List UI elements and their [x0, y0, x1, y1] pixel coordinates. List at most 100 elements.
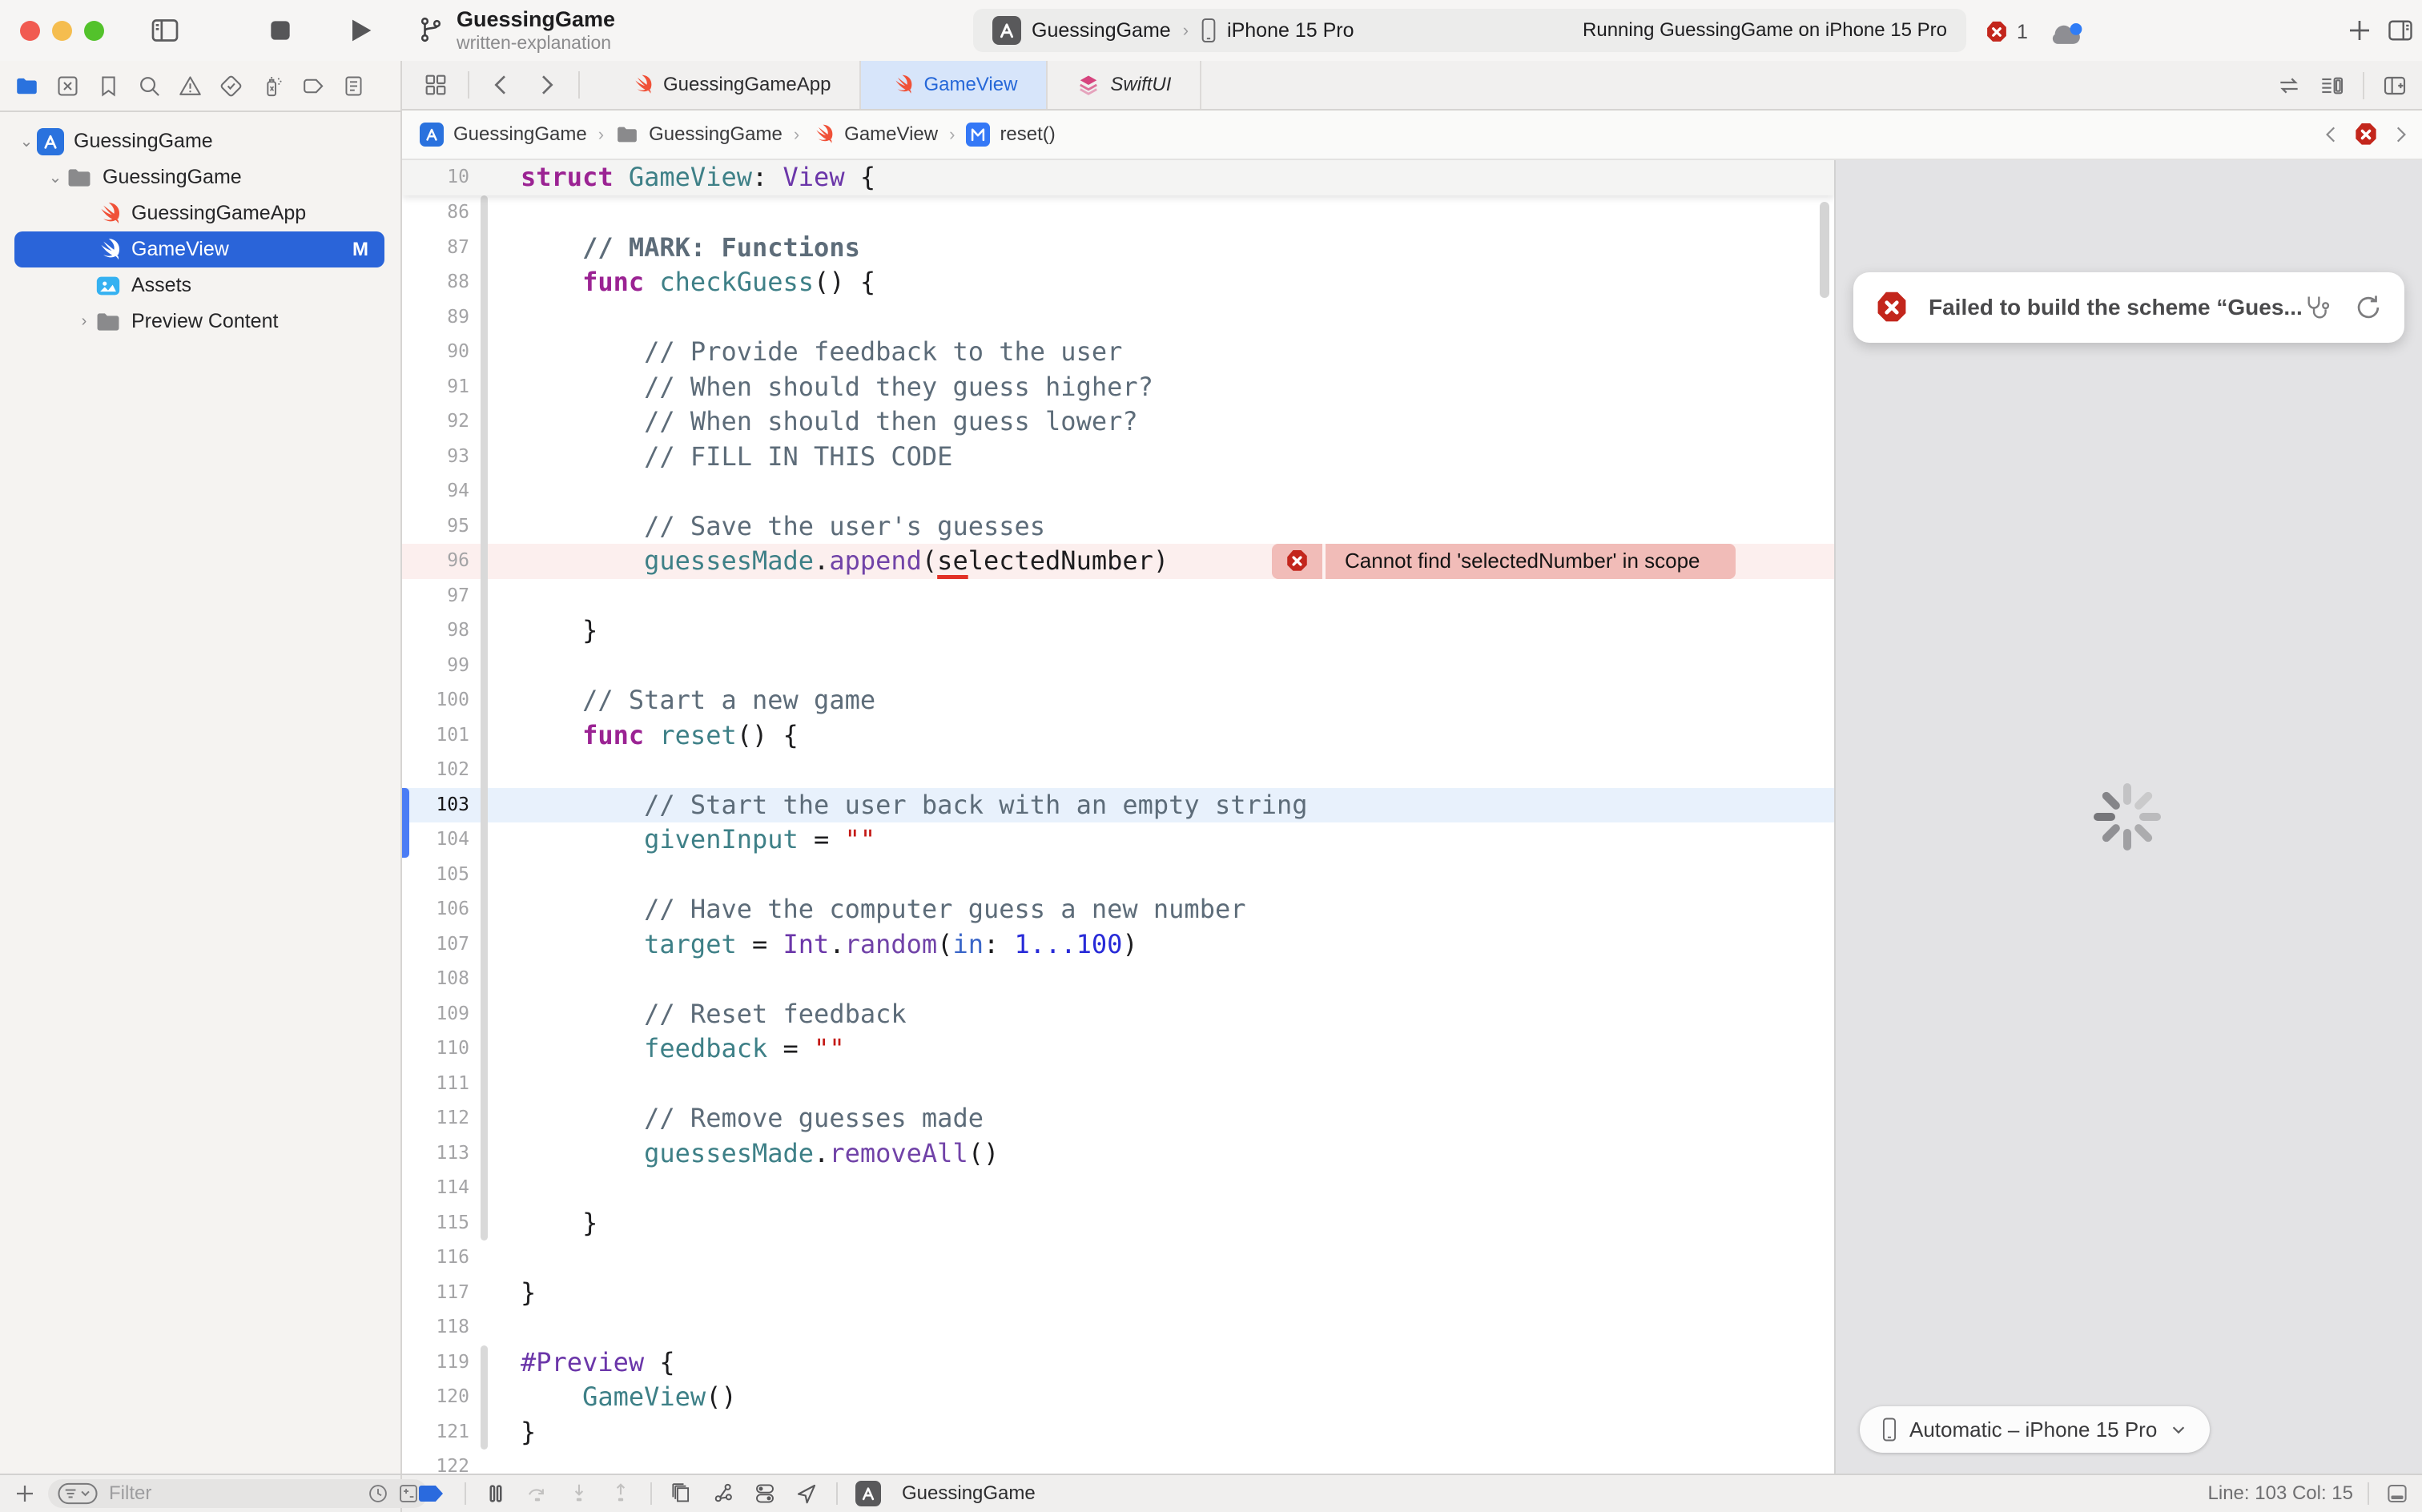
line-number[interactable]: 95	[402, 509, 469, 545]
line-number[interactable]: 111	[402, 1067, 469, 1102]
line-number[interactable]: 114	[402, 1171, 469, 1206]
line-number[interactable]: 101	[402, 718, 469, 754]
code-text[interactable]: target = Int.random(in: 1...100)	[521, 927, 1138, 963]
sidebar-item-preview-content[interactable]: ›Preview Content	[0, 304, 400, 340]
sticky-declaration-row[interactable]: 10 struct GameView: View {	[402, 160, 1834, 195]
line-number[interactable]: 97	[402, 579, 469, 614]
run-button[interactable]	[344, 14, 376, 46]
code-text[interactable]: // Reset feedback	[521, 997, 907, 1032]
code-text[interactable]: feedback = ""	[521, 1031, 845, 1067]
retry-build-icon[interactable]	[2353, 292, 2384, 323]
code-line-94[interactable]: 94	[402, 474, 1834, 509]
line-number[interactable]: 115	[402, 1206, 469, 1241]
go-forward-button[interactable]	[533, 72, 559, 98]
code-line-120[interactable]: 120 GameView()	[402, 1380, 1834, 1415]
code-line-91[interactable]: 91 // When should they guess higher?	[402, 370, 1834, 405]
code-line-115[interactable]: 115 }	[402, 1206, 1834, 1241]
pause-execution-icon[interactable]	[484, 1482, 508, 1506]
code-line-89[interactable]: 89	[402, 300, 1834, 336]
code-text[interactable]: givenInput = ""	[521, 822, 875, 858]
line-number[interactable]: 118	[402, 1310, 469, 1345]
code-text[interactable]: guessesMade.removeAll()	[521, 1136, 999, 1172]
code-line-92[interactable]: 92 // When should then guess lower?	[402, 404, 1834, 440]
code-text[interactable]: }	[521, 1206, 597, 1241]
code-text[interactable]: }	[521, 1415, 536, 1450]
next-issue-button[interactable]	[2390, 123, 2411, 147]
zoom-window-button[interactable]	[84, 21, 104, 41]
previous-issue-button[interactable]	[2321, 123, 2342, 147]
code-text[interactable]: GameView()	[521, 1380, 737, 1415]
code-line-86[interactable]: 86	[402, 195, 1834, 231]
filter-input[interactable]	[107, 1482, 359, 1506]
line-number[interactable]: 113	[402, 1136, 469, 1172]
line-number[interactable]: 120	[402, 1380, 469, 1415]
diagnostics-icon[interactable]	[2302, 292, 2332, 323]
code-text[interactable]: // Save the user's guesses	[521, 509, 1045, 545]
code-text[interactable]: func reset() {	[521, 718, 799, 754]
line-number[interactable]: 90	[402, 335, 469, 370]
debug-navigator-icon[interactable]	[260, 74, 284, 99]
tab-gameview[interactable]: GameView	[861, 61, 1048, 109]
code-line-95[interactable]: 95 // Save the user's guesses	[402, 509, 1834, 545]
line-number[interactable]: 92	[402, 404, 469, 440]
line-number[interactable]: 109	[402, 997, 469, 1032]
related-items-icon[interactable]	[423, 72, 449, 98]
running-app-icon[interactable]	[855, 1481, 881, 1506]
code-line-109[interactable]: 109 // Reset feedback	[402, 997, 1834, 1032]
code-line-102[interactable]: 102	[402, 753, 1834, 788]
swap-editor-icon[interactable]	[2276, 73, 2302, 99]
code-line-111[interactable]: 111	[402, 1067, 1834, 1102]
run-destination[interactable]: iPhone 15 Pro	[1227, 19, 1354, 42]
sidebar-item-guessinggameapp[interactable]: GuessingGameApp	[0, 195, 400, 231]
line-number[interactable]: 94	[402, 474, 469, 509]
breakpoints-toggle-icon[interactable]	[415, 1482, 447, 1506]
code-line-97[interactable]: 97	[402, 579, 1834, 614]
project-navigator-icon[interactable]	[14, 74, 39, 99]
line-number[interactable]: 86	[402, 195, 469, 231]
line-number[interactable]: 96	[402, 544, 469, 579]
line-number[interactable]: 107	[402, 927, 469, 963]
code-line-118[interactable]: 118	[402, 1310, 1834, 1345]
code-line-99[interactable]: 99	[402, 649, 1834, 684]
line-number[interactable]: 104	[402, 822, 469, 858]
toggle-debug-area-icon[interactable]	[2384, 1482, 2411, 1506]
toggle-navigator-button[interactable]	[149, 14, 181, 46]
code-line-121[interactable]: 121}	[402, 1415, 1834, 1450]
code-line-90[interactable]: 90 // Provide feedback to the user	[402, 335, 1834, 370]
line-number[interactable]: 122	[402, 1450, 469, 1474]
inline-error-annotation[interactable]: Cannot find 'selectedNumber' in scope	[1272, 544, 1736, 579]
code-line-108[interactable]: 108	[402, 962, 1834, 997]
line-number[interactable]: 110	[402, 1031, 469, 1067]
code-text[interactable]: // Remove guesses made	[521, 1101, 984, 1136]
breadcrumb-item-gameview[interactable]: GameView	[811, 123, 938, 147]
code-line-119[interactable]: 119#Preview {	[402, 1345, 1834, 1381]
code-text[interactable]: // FILL IN THIS CODE	[521, 440, 952, 475]
build-failure-banner[interactable]: Failed to build the scheme “Gues...	[1853, 272, 2404, 343]
code-text[interactable]: #Preview {	[521, 1345, 675, 1381]
editor-scrollbar[interactable]	[1820, 202, 1829, 298]
code-text[interactable]: // Provide feedback to the user	[521, 335, 1122, 370]
line-number[interactable]: 106	[402, 892, 469, 927]
code-line-105[interactable]: 105	[402, 858, 1834, 893]
code-text[interactable]: // Start the user back with an empty str…	[521, 788, 1308, 823]
go-back-button[interactable]	[489, 72, 514, 98]
code-line-122[interactable]: 122	[402, 1450, 1834, 1474]
sidebar-item-guessinggame[interactable]: ⌄GuessingGame	[0, 159, 400, 195]
line-number[interactable]: 89	[402, 300, 469, 336]
line-number[interactable]: 100	[402, 683, 469, 718]
code-line-98[interactable]: 98 }	[402, 613, 1834, 649]
recent-files-icon[interactable]	[367, 1482, 389, 1505]
disclosure-open-icon[interactable]: ⌄	[45, 167, 66, 187]
code-line-106[interactable]: 106 // Have the computer guess a new num…	[402, 892, 1834, 927]
stop-button[interactable]	[264, 14, 296, 46]
sidebar-item-guessinggame[interactable]: ⌄GuessingGame	[0, 123, 400, 159]
line-number[interactable]: 103	[402, 788, 469, 823]
close-window-button[interactable]	[20, 21, 40, 41]
line-number[interactable]: 108	[402, 962, 469, 997]
adjust-editor-options-icon[interactable]	[2319, 73, 2345, 99]
line-number[interactable]: 121	[402, 1415, 469, 1450]
code-line-88[interactable]: 88 func checkGuess() {	[402, 265, 1834, 300]
code-line-110[interactable]: 110 feedback = ""	[402, 1031, 1834, 1067]
add-file-button[interactable]	[13, 1482, 37, 1506]
code-line-112[interactable]: 112 // Remove guesses made	[402, 1101, 1834, 1136]
